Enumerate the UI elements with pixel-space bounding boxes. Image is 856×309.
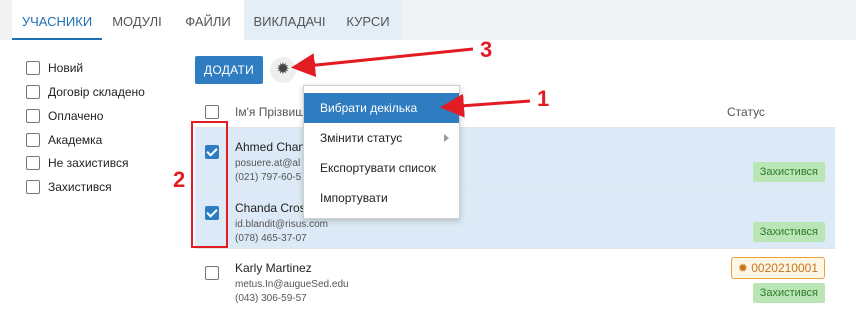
arrow-to-menu-item [440,93,531,118]
annotation-arrows [291,47,531,118]
arrow-to-gear [291,47,474,78]
